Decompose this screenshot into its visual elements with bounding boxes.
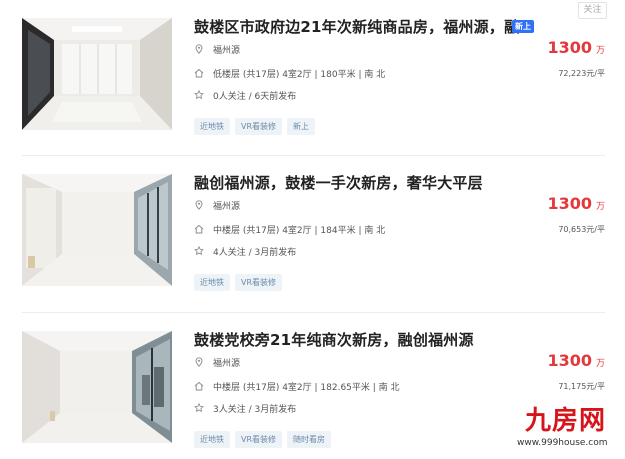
community-name[interactable]: 福州源 <box>213 359 240 369</box>
tag: VR看装修 <box>235 118 283 135</box>
listing-card[interactable]: 鼓楼区市政府边21年次新纯商品房，福州源，融... 新上 福州源 低楼层 (共1… <box>22 18 605 146</box>
listing-photo[interactable] <box>22 18 172 130</box>
follow-info-row: 0人关注 / 6天前发布 <box>194 90 296 103</box>
tag: VR看装修 <box>235 274 283 291</box>
unit-price: 70,653元/平 <box>558 225 605 234</box>
tag-list: 近地铁 VR看装修 新上 <box>194 114 320 135</box>
house-icon <box>194 381 204 391</box>
unit-price: 72,223元/平 <box>558 69 605 78</box>
tag: VR看装修 <box>235 431 283 448</box>
total-price: 1300 万 <box>547 194 605 213</box>
listing-title[interactable]: 融创福州源，鼓楼一手次新房，奢华大平层 <box>194 172 534 193</box>
star-icon <box>194 403 204 413</box>
tag-list: 近地铁 VR看装修 随时看房 <box>194 427 336 448</box>
site-watermark-logo: 九房网 www.999house.com <box>509 400 619 454</box>
total-price: 1300 万 <box>547 351 605 370</box>
tag: 近地铁 <box>194 118 230 135</box>
house-info-row: 中楼层 (共17层) 4室2厅 | 184平米 | 南 北 <box>194 224 385 237</box>
tag: 随时看房 <box>287 431 332 448</box>
price-value: 1300 <box>547 194 592 213</box>
divider <box>22 155 605 156</box>
house-info: 中楼层 (共17层) 4室2厅 | 182.65平米 | 南 北 <box>213 383 400 393</box>
star-icon <box>194 246 204 256</box>
tag: 近地铁 <box>194 431 230 448</box>
follow-info-row: 4人关注 / 3月前发布 <box>194 246 296 259</box>
house-info: 中楼层 (共17层) 4室2厅 | 184平米 | 南 北 <box>213 226 386 236</box>
new-badge: 新上 <box>512 20 534 33</box>
tag-list: 近地铁 VR看装修 <box>194 270 287 291</box>
house-info-row: 中楼层 (共17层) 4室2厅 | 182.65平米 | 南 北 <box>194 381 400 394</box>
community-name[interactable]: 福州源 <box>213 202 240 212</box>
listing-title[interactable]: 鼓楼党校旁21年纯商次新房，融创福州源 <box>194 329 534 350</box>
map-pin-icon <box>195 200 203 210</box>
price-value: 1300 <box>547 351 592 370</box>
tag: 近地铁 <box>194 274 230 291</box>
divider <box>22 312 605 313</box>
community-row[interactable]: 福州源 <box>194 200 240 213</box>
listing-photo[interactable] <box>22 331 172 443</box>
price-unit: 万 <box>595 359 605 369</box>
listing-title[interactable]: 鼓楼区市政府边21年次新纯商品房，福州源，融... <box>194 16 534 37</box>
house-info-row: 低楼层 (共17层) 4室2厅 | 180平米 | 南 北 <box>194 68 385 81</box>
community-row[interactable]: 福州源 <box>194 44 240 57</box>
tag: 新上 <box>287 118 316 135</box>
map-pin-icon <box>195 357 203 367</box>
follow-info: 4人关注 / 3月前发布 <box>213 248 297 258</box>
listing-photo[interactable] <box>22 174 172 286</box>
community-row[interactable]: 福州源 <box>194 357 240 370</box>
price-value: 1300 <box>547 38 592 57</box>
follow-info: 3人关注 / 3月前发布 <box>213 405 297 415</box>
price-unit: 万 <box>595 202 605 212</box>
follow-button[interactable]: 关注 <box>578 2 607 19</box>
unit-price: 71,175元/平 <box>558 382 605 391</box>
watermark-url: www.999house.com <box>517 438 608 448</box>
follow-info: 0人关注 / 6天前发布 <box>213 92 297 102</box>
house-icon <box>194 224 204 234</box>
map-pin-icon <box>195 44 203 54</box>
star-icon <box>194 90 204 100</box>
watermark-brand: 九房网 <box>525 406 607 436</box>
community-name[interactable]: 福州源 <box>213 46 240 56</box>
total-price: 1300 万 <box>547 38 605 57</box>
house-info: 低楼层 (共17层) 4室2厅 | 180平米 | 南 北 <box>213 70 386 80</box>
follow-info-row: 3人关注 / 3月前发布 <box>194 403 296 416</box>
price-unit: 万 <box>595 46 605 56</box>
house-icon <box>194 68 204 78</box>
listing-card[interactable]: 融创福州源，鼓楼一手次新房，奢华大平层 福州源 中楼层 (共17层) 4室2厅 … <box>22 174 605 302</box>
